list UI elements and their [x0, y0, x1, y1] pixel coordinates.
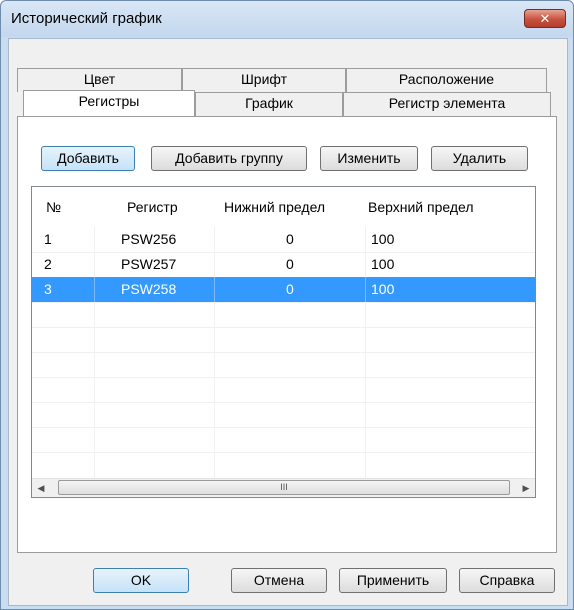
tab-registers-label: Регистры	[78, 93, 140, 109]
cell-upper-limit: 100	[371, 281, 395, 297]
cell-register: PSW258	[121, 281, 177, 297]
scroll-thumb[interactable]: III	[58, 480, 510, 495]
cell-lower-limit: 0	[286, 231, 294, 247]
scroll-right-icon[interactable]: ▶	[517, 479, 535, 497]
table-row[interactable]: 1 PSW256 0 100	[32, 227, 535, 252]
tab-chart[interactable]: График	[195, 92, 343, 116]
tab-position-label: Расположение	[398, 71, 495, 87]
tab-font-label: Шрифт	[240, 71, 288, 87]
cancel-button[interactable]: Отмена	[231, 568, 327, 593]
close-button[interactable]: ✕	[524, 9, 566, 28]
ok-button[interactable]: OK	[93, 568, 189, 593]
tab-element-register-label: Регистр элемента	[388, 95, 506, 111]
title-bar[interactable]: Исторический график ✕	[1, 1, 573, 37]
add-group-button[interactable]: Добавить группу	[151, 146, 307, 171]
delete-button[interactable]: Удалить	[431, 146, 528, 171]
column-header-lower-limit[interactable]: Нижний предел	[224, 187, 325, 227]
apply-button[interactable]: Применить	[339, 568, 447, 593]
tab-font[interactable]: Шрифт	[182, 68, 346, 92]
close-icon: ✕	[539, 11, 551, 26]
row-separator	[365, 277, 366, 302]
row-separator	[214, 277, 215, 302]
tab-chart-label: График	[245, 95, 293, 111]
cell-upper-limit: 100	[371, 256, 395, 272]
cell-register: PSW257	[121, 256, 177, 272]
table-header: № Регистр Нижний предел Верхний предел	[32, 187, 535, 227]
table-row[interactable]: 2 PSW257 0 100	[32, 252, 535, 277]
cell-lower-limit: 0	[286, 256, 294, 272]
help-button[interactable]: Справка	[459, 568, 555, 593]
window-title: Исторический график	[11, 10, 162, 27]
table-row-selected[interactable]: 3 PSW258 0 100	[32, 277, 535, 302]
column-header-upper-limit[interactable]: Верхний предел	[368, 187, 474, 227]
tab-element-register[interactable]: Регистр элемента	[343, 92, 551, 116]
column-header-number[interactable]: №	[46, 187, 61, 227]
cell-number: 2	[44, 256, 52, 272]
cell-register: PSW256	[121, 231, 177, 247]
tab-color-label: Цвет	[83, 71, 116, 87]
cell-upper-limit: 100	[371, 231, 395, 247]
cell-number: 1	[44, 231, 52, 247]
column-header-register[interactable]: Регистр	[127, 187, 178, 227]
tab-position[interactable]: Расположение	[346, 68, 547, 92]
registers-table[interactable]: № Регистр Нижний предел Верхний предел 1…	[31, 186, 536, 498]
grip-icon: III	[280, 482, 288, 492]
add-button[interactable]: Добавить	[41, 146, 135, 171]
dialog-window: Исторический график ✕ Цвет Шрифт Располо…	[0, 0, 574, 610]
tab-registers[interactable]: Регистры	[23, 90, 195, 116]
tab-color[interactable]: Цвет	[17, 68, 182, 92]
horizontal-scrollbar[interactable]: ◀ III ▶	[32, 478, 535, 497]
row-separator	[94, 277, 95, 302]
cell-number: 3	[44, 281, 52, 297]
edit-button[interactable]: Изменить	[320, 146, 418, 171]
scroll-left-icon[interactable]: ◀	[32, 479, 50, 497]
cell-lower-limit: 0	[286, 281, 294, 297]
